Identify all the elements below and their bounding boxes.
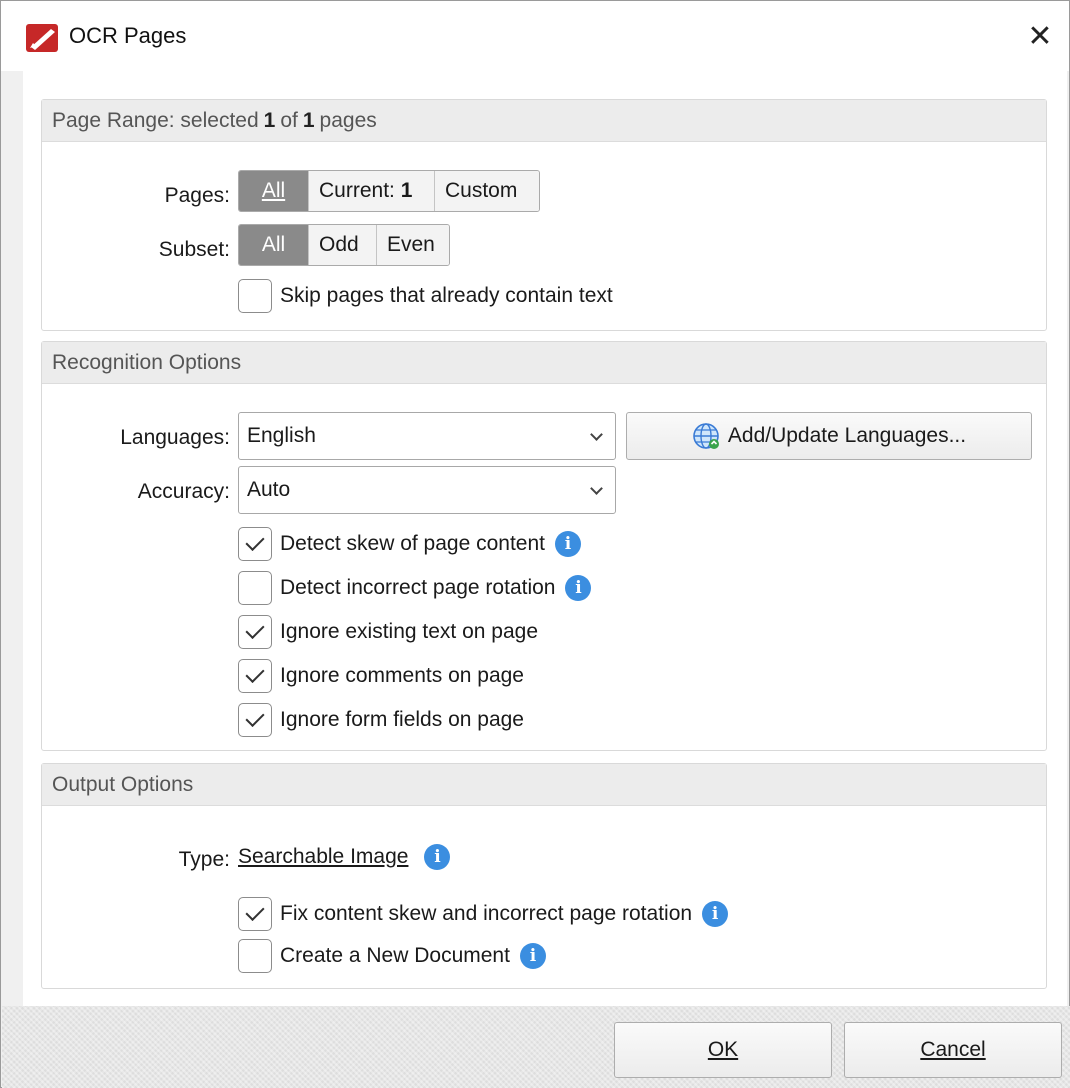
info-icon[interactable]: i bbox=[424, 844, 451, 870]
add-update-languages-button[interactable]: Add/Update Languages... bbox=[626, 412, 1032, 460]
recognition-checkbox[interactable] bbox=[238, 527, 272, 561]
subset-even-label: Even bbox=[387, 233, 435, 256]
output-checkbox-row[interactable]: Create a New Document i bbox=[238, 938, 546, 974]
subset-all-label: All bbox=[261, 233, 286, 256]
dialog-content: Page Range: selected 1 of 1 pages Pages:… bbox=[23, 71, 1067, 1006]
recognition-checkbox-label: Ignore form fields on page bbox=[280, 708, 524, 731]
subset-odd-label: Odd bbox=[319, 233, 359, 256]
info-icon[interactable]: i bbox=[565, 575, 592, 601]
recognition-checkbox-label: Detect skew of page content bbox=[280, 532, 545, 555]
recognition-options-header: Recognition Options bbox=[42, 342, 1046, 384]
page-range-selected-count: 1 bbox=[263, 108, 276, 132]
output-checkbox-label: Create a New Document bbox=[280, 944, 510, 967]
pages-current-number: 1 bbox=[400, 179, 413, 202]
info-icon[interactable]: i bbox=[519, 943, 546, 969]
languages-select[interactable]: English bbox=[238, 412, 616, 460]
pdf-app-icon bbox=[25, 23, 59, 53]
info-icon[interactable]: i bbox=[555, 531, 581, 557]
globe-icon bbox=[692, 422, 720, 450]
dialog-footer: OK Cancel bbox=[2, 1006, 1070, 1088]
accuracy-value: Auto bbox=[247, 478, 291, 501]
recognition-checkbox[interactable] bbox=[238, 703, 272, 737]
chevron-down-icon bbox=[590, 482, 603, 495]
pages-custom-label: Custom bbox=[445, 179, 518, 202]
pages-segmented-control: All Current: 1 Custom bbox=[238, 170, 540, 212]
accuracy-label: Accuracy: bbox=[137, 480, 230, 503]
chevron-down-icon bbox=[590, 428, 603, 441]
output-options-group: Output Options Type: Searchable Image i … bbox=[41, 763, 1047, 989]
skip-pages-row[interactable]: Skip pages that already contain text bbox=[238, 278, 613, 314]
info-icon[interactable]: i bbox=[702, 901, 729, 927]
skip-pages-checkbox[interactable] bbox=[238, 279, 272, 313]
page-range-total-count: 1 bbox=[302, 108, 315, 132]
subset-odd-option[interactable]: Odd bbox=[309, 225, 377, 265]
output-checkbox-row[interactable]: Fix content skew and incorrect page rota… bbox=[238, 896, 729, 932]
subset-all-option[interactable]: All bbox=[239, 225, 309, 265]
recognition-checkbox-row[interactable]: Ignore existing text on page bbox=[238, 614, 538, 650]
recognition-checkbox-row[interactable]: Detect incorrect page rotation i bbox=[238, 570, 592, 606]
window-title: OCR Pages bbox=[69, 23, 187, 48]
pages-custom-option[interactable]: Custom bbox=[435, 171, 539, 211]
pages-current-option[interactable]: Current: 1 bbox=[309, 171, 435, 211]
page-range-header-suffix: pages bbox=[319, 108, 377, 132]
pages-label: Pages: bbox=[164, 184, 230, 207]
recognition-checkbox-row[interactable]: Detect skew of page content i bbox=[238, 526, 581, 562]
recognition-checkbox-row[interactable]: Ignore comments on page bbox=[238, 658, 524, 694]
type-row: Searchable Image i bbox=[238, 844, 451, 870]
languages-value: English bbox=[247, 424, 316, 447]
subset-label: Subset: bbox=[158, 238, 230, 261]
recognition-checkbox-row[interactable]: Ignore form fields on page bbox=[238, 702, 524, 738]
output-checkbox[interactable] bbox=[238, 939, 272, 973]
output-options-header: Output Options bbox=[42, 764, 1046, 806]
page-range-of: of bbox=[280, 108, 298, 132]
cancel-button[interactable]: Cancel bbox=[844, 1022, 1062, 1078]
skip-pages-label: Skip pages that already contain text bbox=[280, 284, 613, 307]
output-checkbox-label: Fix content skew and incorrect page rota… bbox=[280, 902, 693, 925]
pages-current-label: Current: bbox=[319, 179, 395, 202]
cancel-label: Cancel bbox=[920, 1038, 986, 1061]
pages-all-label: All bbox=[261, 179, 286, 202]
recognition-checkbox[interactable] bbox=[238, 571, 272, 605]
recognition-options-group: Recognition Options Languages: English A… bbox=[41, 341, 1047, 751]
ok-label: OK bbox=[707, 1038, 739, 1061]
page-range-header: Page Range: selected 1 of 1 pages bbox=[42, 100, 1046, 142]
recognition-checkbox-label: Detect incorrect page rotation bbox=[280, 576, 556, 599]
add-update-languages-label: Add/Update Languages... bbox=[727, 424, 967, 447]
ocr-pages-dialog: OCR Pages ✕ Page Range: selected 1 of 1 … bbox=[0, 0, 1070, 1088]
accuracy-select[interactable]: Auto bbox=[238, 466, 616, 514]
output-checkbox[interactable] bbox=[238, 897, 272, 931]
subset-segmented-control: All Odd Even bbox=[238, 224, 450, 266]
recognition-checkbox[interactable] bbox=[238, 659, 272, 693]
page-range-group: Page Range: selected 1 of 1 pages Pages:… bbox=[41, 99, 1047, 331]
type-label: Type: bbox=[178, 848, 230, 871]
page-range-header-prefix: Page Range: selected bbox=[52, 108, 259, 132]
ok-button[interactable]: OK bbox=[614, 1022, 832, 1078]
type-link[interactable]: Searchable Image bbox=[238, 845, 408, 869]
close-icon[interactable]: ✕ bbox=[1011, 1, 1069, 71]
pages-all-option[interactable]: All bbox=[239, 171, 309, 211]
subset-even-option[interactable]: Even bbox=[377, 225, 449, 265]
title-bar: OCR Pages ✕ bbox=[1, 1, 1069, 71]
recognition-checkbox[interactable] bbox=[238, 615, 272, 649]
languages-label: Languages: bbox=[120, 426, 230, 449]
recognition-checkbox-label: Ignore existing text on page bbox=[280, 620, 539, 643]
recognition-checkbox-label: Ignore comments on page bbox=[280, 664, 524, 687]
